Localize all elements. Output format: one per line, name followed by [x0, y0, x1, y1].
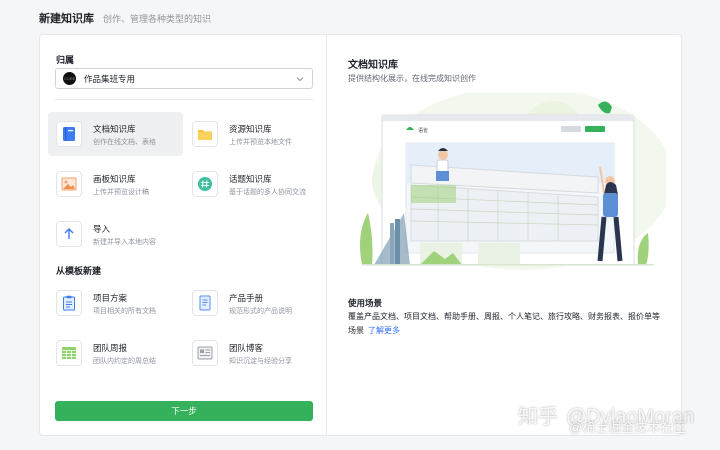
preview-title: 文档知识库: [348, 60, 398, 71]
create-knowledge-base-card: 归属 CORE 作品集班专用 文档知识库 创作在线文档、表格 资源知识库 上传并…: [39, 34, 682, 436]
tile-topic-kb[interactable]: 话题知识库 基于话题的多人协同交流: [184, 162, 319, 206]
tile-desc: 规范形式的产品说明: [229, 308, 292, 315]
picture-board-icon: [56, 171, 82, 197]
template-project-plan[interactable]: 项目方案 项目相关的所有文档: [48, 281, 183, 325]
tile-desc: 知识沉淀与经验分享: [229, 358, 292, 365]
use-cases-body: 覆盖产品文档、项目文档、帮助手册、周报、个人笔记、旅行攻略、财务报表、报价单等场…: [348, 310, 663, 337]
topic-hash-icon: [192, 171, 218, 197]
type-selection-panel: 归属 CORE 作品集班专用 文档知识库 创作在线文档、表格 资源知识库 上传并…: [40, 35, 327, 435]
calendar-grid-icon: [56, 340, 82, 366]
next-button[interactable]: 下一步: [55, 401, 313, 421]
use-cases-title: 使用场景: [348, 298, 383, 308]
manual-icon: [192, 290, 218, 316]
tile-resource-kb[interactable]: 资源知识库 上传并预览本地文件: [184, 112, 319, 156]
preview-description: 提供结构化展示，在线完成知识创作: [348, 74, 476, 83]
tile-document-kb[interactable]: 文档知识库 创作在线文档、表格: [48, 112, 183, 156]
divider: [55, 99, 313, 100]
tile-desc: 新建并导入本地内容: [93, 239, 156, 246]
document-kb-illustration: 语雀: [360, 93, 666, 270]
tile-board-kb[interactable]: 画板知识库 上传并预览设计稿: [48, 162, 183, 206]
clipboard-icon: [56, 290, 82, 316]
tile-title: 文档知识库: [93, 124, 136, 134]
page-header: 新建知识库 创作、管理各种类型的知识: [39, 10, 211, 26]
tile-desc: 上传并预览本地文件: [229, 139, 292, 146]
watermark-community: @稀土掘金技术社区: [569, 420, 687, 435]
template-product-manual[interactable]: 产品手册 规范形式的产品说明: [184, 281, 319, 325]
page-title: 新建知识库: [39, 13, 94, 25]
watermark-site: 知乎: [518, 406, 558, 428]
chevron-down-icon: [296, 77, 304, 82]
tile-title: 产品手册: [229, 293, 264, 303]
tile-title: 团队周报: [93, 343, 128, 353]
tile-title: 团队博客: [229, 343, 264, 353]
owner-label: 归属: [56, 55, 75, 65]
owner-selected-value: 作品集班专用: [84, 73, 136, 84]
browser-app-label: 语雀: [418, 127, 428, 134]
avatar: CORE: [63, 72, 76, 85]
tile-import[interactable]: 导入 新建并导入本地内容: [48, 212, 183, 256]
preview-panel: 文档知识库 提供结构化展示，在线完成知识创作 语雀 使用场景 覆盖产品文档、项目…: [328, 35, 681, 435]
tile-title: 画板知识库: [93, 174, 136, 184]
tile-title: 资源知识库: [229, 124, 272, 134]
document-book-icon: [56, 121, 82, 147]
upload-arrow-icon: [56, 221, 82, 247]
page-subtitle: 创作、管理各种类型的知识: [103, 14, 212, 24]
learn-more-link[interactable]: 了解更多: [368, 326, 400, 335]
folder-icon: [192, 121, 218, 147]
tile-desc: 项目相关的所有文档: [93, 308, 156, 315]
template-team-weekly[interactable]: 团队周报 团队内约定的周总结: [48, 331, 183, 375]
tile-desc: 创作在线文档、表格: [93, 139, 156, 146]
tile-desc: 团队内约定的周总结: [93, 358, 156, 365]
tile-desc: 基于话题的多人协同交流: [229, 189, 306, 196]
tile-title: 导入: [93, 224, 111, 234]
tile-desc: 上传并预览设计稿: [93, 189, 149, 196]
blog-icon: [192, 340, 218, 366]
tile-title: 话题知识库: [229, 174, 272, 184]
owner-select[interactable]: CORE 作品集班专用: [55, 68, 313, 89]
template-section-label: 从模板新建: [56, 266, 102, 276]
tile-title: 项目方案: [93, 293, 128, 303]
template-team-blog[interactable]: 团队博客 知识沉淀与经验分享: [184, 331, 319, 375]
